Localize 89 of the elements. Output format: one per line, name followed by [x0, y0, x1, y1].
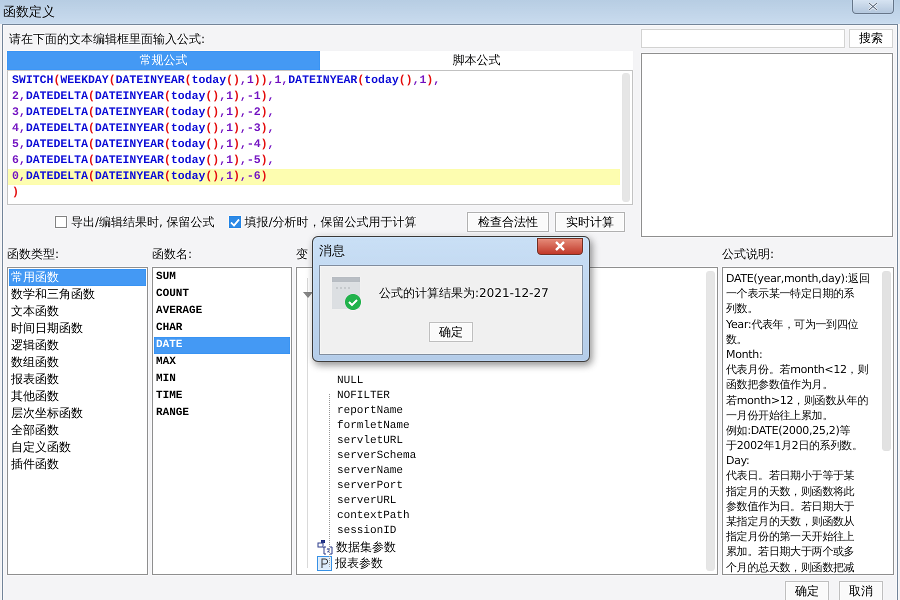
list-label: 函数名: [152, 246, 194, 263]
list-item[interactable]: 文本函数 [9, 303, 146, 320]
description-text: Day: [726, 453, 750, 468]
list-item[interactable]: 其他函数 [9, 388, 146, 405]
description-text: 于2002年1月2日的系列数。 [726, 438, 864, 454]
list-item[interactable]: 层次坐标函数 [9, 405, 146, 422]
tree-item[interactable]: sessionID [337, 524, 704, 539]
expand-arrow-icon[interactable] [303, 292, 313, 298]
list-item[interactable]: COUNT [154, 286, 290, 303]
list-item[interactable]: 数学和三角函数 [9, 286, 146, 303]
description-text: 列数。 [726, 301, 760, 317]
tree-item[interactable]: serverURL [337, 494, 704, 509]
list-item[interactable]: CHAR [154, 320, 290, 337]
search-button[interactable]: 搜索 [849, 29, 893, 48]
window-title: 函数定义 [2, 4, 55, 21]
checkbox[interactable] [55, 216, 67, 228]
code-line: ) [11, 185, 20, 201]
dialog-button[interactable]: 取消 [839, 581, 883, 600]
tree-item[interactable]: serverPort [337, 479, 704, 494]
scrollbar[interactable] [882, 271, 891, 451]
code-line: SWITCH(WEEKDAY(DATEINYEAR(today(),1)),1,DATEINYEAR(today(),1), [11, 73, 442, 89]
dataset-icon [317, 540, 333, 554]
checkbox[interactable] [228, 216, 241, 228]
description-text: 例如:DATE(2000,25,2)等 [726, 422, 852, 438]
list-item[interactable]: 插件函数 [9, 456, 146, 473]
list-item[interactable]: TIME [154, 388, 290, 405]
scrollbar[interactable] [622, 73, 630, 202]
list-item[interactable]: 时间日期函数 [9, 320, 146, 337]
code-line: 6,DATEDELTA(DATEINYEAR(today(),1),-5), [11, 153, 276, 169]
description-text: 参数值作为日。若日期大于 [726, 498, 856, 514]
code-line: 5,DATEDELTA(DATEINYEAR(today(),1),-4), [11, 137, 276, 153]
formula-editor[interactable] [7, 70, 633, 205]
list-item[interactable]: 报表函数 [9, 371, 146, 388]
description-text: DATE(year,month,day):返回 [726, 271, 870, 286]
description-text: 指定月的天数，则函数将此 [726, 484, 856, 499]
list-item[interactable]: 逻辑函数 [9, 337, 146, 354]
list-label: 函数类型: [7, 246, 60, 263]
tree-item[interactable]: formletName [337, 419, 704, 434]
tree-item[interactable]: serverName [337, 464, 704, 479]
close-icon[interactable] [852, 0, 894, 14]
description-text: 某指定月的天数，则函数从 [726, 514, 856, 530]
list-item[interactable]: 自定义函数 [9, 439, 146, 456]
description-text: 数。 [726, 332, 748, 347]
description-text: 代表日。若日期小于等于某 [726, 468, 856, 484]
tree-item[interactable]: NULL [337, 374, 704, 389]
description-text: 指定月份的第一天开始往上 [726, 529, 856, 544]
checkbox-label: 导出/编辑结果时, 保留公式 [71, 214, 215, 230]
ok-button[interactable]: 确定 [429, 322, 473, 342]
description-text: 一月份开始往上累加。 [726, 408, 834, 423]
panel-label: 公式说明: [722, 246, 774, 263]
scrollbar[interactable] [706, 271, 715, 571]
description-text: 个月的总天数，则函数把减 [726, 560, 856, 574]
description-text: 一个表示某一特定日期的系 [726, 286, 856, 302]
description-text: 函数把参数值作为月。 [726, 377, 834, 392]
close-icon[interactable] [537, 238, 583, 254]
description-text: Year:代表年，可为一到四位 [726, 316, 860, 332]
tree-item[interactable]: serverSchema [337, 449, 704, 464]
code-line: 4,DATEDELTA(DATEINYEAR(today(),1),-3), [11, 121, 276, 137]
prompt-label: 请在下面的文本编辑框里面输入公式: [8, 31, 206, 48]
tree-item[interactable]: contextPath [337, 509, 704, 524]
code-line: 3,DATEDELTA(DATEINYEAR(today(),1),-2), [11, 105, 276, 121]
dialog-title: 消息 [319, 243, 345, 260]
description-text: Month: [726, 346, 764, 362]
description-text: 代表月份。若month<12，则 [726, 362, 870, 378]
list-item[interactable]: AVERAGE [154, 303, 290, 320]
tree-item[interactable]: reportName [337, 404, 704, 419]
list-item[interactable]: MIN [154, 371, 290, 388]
list-item[interactable]: SUM [154, 269, 290, 286]
list-item[interactable]: 全部函数 [9, 422, 146, 439]
tree-item[interactable]: NOFILTER [337, 389, 704, 404]
tree-group[interactable]: 数据集参数 [336, 538, 396, 556]
list-item[interactable]: 数组函数 [9, 354, 146, 371]
code-line: 2,DATEDELTA(DATEINYEAR(today(),1),-1), [11, 89, 276, 105]
tab[interactable]: 脚本公式 [320, 51, 633, 70]
action-button[interactable]: 检查合法性 [467, 212, 549, 232]
tree-group[interactable]: 报表参数 [335, 554, 383, 572]
search-field[interactable] [641, 29, 845, 48]
dialog-button[interactable]: 确定 [785, 581, 829, 600]
message-text: 公式的计算结果为:2021-12-27 [379, 284, 549, 302]
success-icon [332, 276, 361, 310]
list-item[interactable]: MAX [154, 354, 290, 371]
parameter-icon [317, 556, 332, 570]
description-text: 累加。若日期大于两个或多 [726, 544, 856, 560]
action-button[interactable]: 实时计算 [555, 212, 625, 232]
panel-label: 变 [296, 246, 308, 263]
tree-item[interactable]: servletURL [337, 434, 704, 449]
list-item[interactable]: RANGE [154, 405, 290, 422]
checkbox-label: 填报/分析时，保留公式用于计算 [244, 214, 417, 230]
description-text: 若month>12，则函数从年的 [726, 392, 870, 408]
